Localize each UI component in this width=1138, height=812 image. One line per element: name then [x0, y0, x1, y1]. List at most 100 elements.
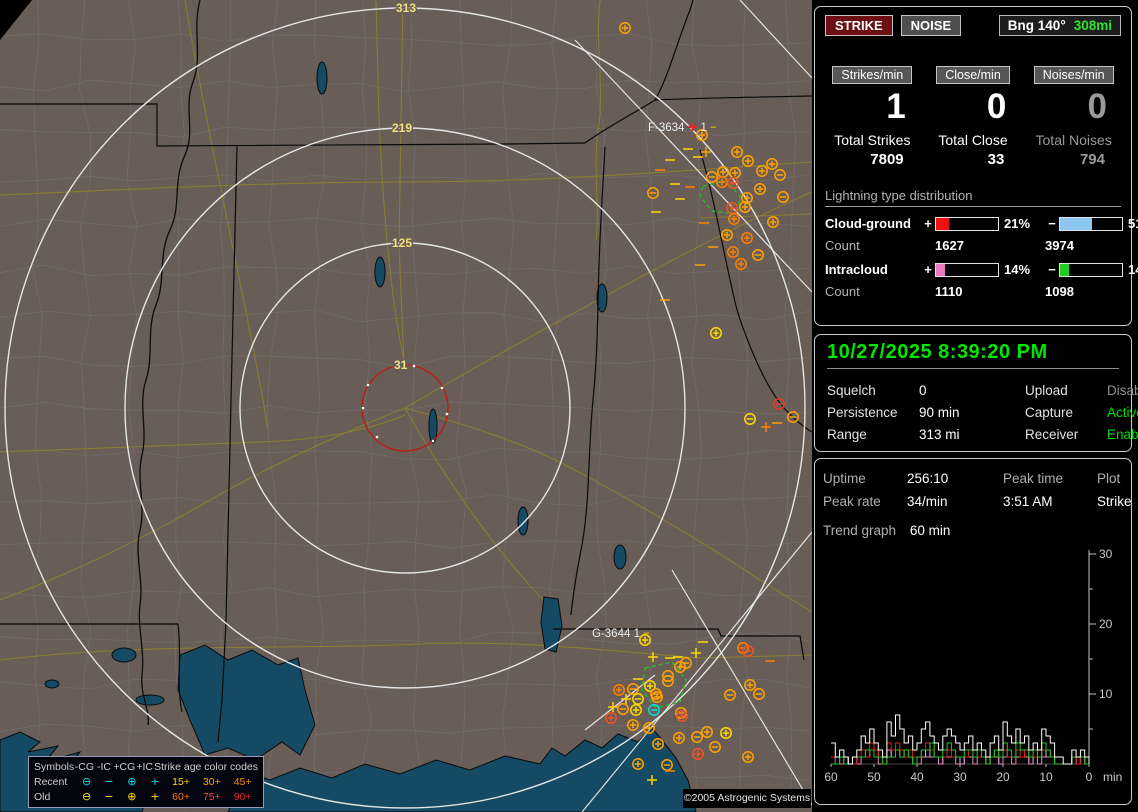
storm-cell-label: G-3644 1 − — [592, 628, 650, 640]
range-ring-label: 219 — [392, 121, 412, 135]
legend-col-ic-neg: -IC — [97, 760, 111, 773]
legend-col-cg-neg: -CG — [74, 760, 95, 773]
session-panel: Uptime 256:10 Peak time Plot Peak rate 3… — [814, 458, 1132, 805]
recent-cg-neg-icon: ⊖ — [81, 775, 92, 788]
app-window: 313 219 125 31 F-3634 ✚ 1 − G-3644 1 − Symbol… — [0, 0, 1138, 812]
strikes-per-min-badge: Strikes/min — [832, 66, 913, 84]
strike-stats-panel: STRIKE NOISE Bng 140° 308mi Strikes/min 1… — [814, 6, 1138, 326]
total-close-label: Total Close — [938, 132, 1008, 148]
plot-mode-value: Strike — [1097, 494, 1132, 509]
trend-window-value: 60 min — [909, 523, 951, 538]
range-ring-label: 125 — [392, 236, 412, 250]
intracloud-count-row: Count 1110 1098 — [825, 284, 1121, 299]
noises-per-min-value: 0 — [1087, 87, 1107, 126]
close-per-min-value: 0 — [986, 87, 1007, 126]
squelch-value: 0 — [919, 383, 927, 398]
ic-plus-count: 1110 — [935, 284, 963, 299]
trend-y-tick: 20 — [1099, 617, 1113, 631]
noise-button[interactable]: NOISE — [900, 15, 962, 36]
old-cg-neg-icon: ⊖ — [81, 790, 92, 803]
age-45: 45+ — [233, 775, 252, 788]
intracloud-row: Intracloud + 14% − 14% — [825, 262, 1138, 277]
total-strikes-value: 7809 — [870, 151, 904, 168]
copyright: ©2005 Astrogenic Systems — [683, 789, 811, 808]
ic-minus-pct: 14% — [1128, 262, 1138, 277]
squelch-label: Squelch — [827, 383, 876, 398]
ic-minus-count: 1098 — [1045, 284, 1074, 299]
cg-plus-pct: 21% — [1004, 216, 1031, 231]
old-cg-pos-icon: ⊕ — [127, 790, 137, 803]
peak-time-label: Peak time — [1003, 471, 1064, 486]
age-90: 90+ — [233, 790, 252, 803]
age-30: 30+ — [202, 775, 221, 788]
old-ic-neg-icon: − — [104, 790, 114, 803]
total-noises-label: Total Noises — [1035, 132, 1112, 148]
range-ring-label: 313 — [396, 1, 416, 15]
bearing-readout: Bng 140° 308mi — [998, 15, 1121, 36]
distribution-title: Lightning type distribution — [825, 188, 1121, 207]
ic-count-label: Count — [825, 284, 860, 299]
cg-plus-bar — [935, 216, 999, 231]
trend-x-tick: 20 — [996, 770, 1010, 784]
receiver-status: Enabled — [1107, 427, 1138, 442]
close-column: Close/min 0 Total Close 33 — [926, 66, 1021, 168]
legend-age-title: Strike age color codes — [154, 760, 258, 773]
cg-minus-bar — [1059, 216, 1123, 231]
cg-minus-pct: 51% — [1128, 216, 1138, 231]
map-legend: Symbols -CG -IC +CG +IC Strike age color… — [28, 756, 264, 808]
persistence-value: 90 min — [919, 405, 960, 420]
cloud-ground-label: Cloud-ground — [825, 216, 911, 231]
legend-col-ic-pos: +IC — [136, 760, 154, 773]
total-close-value: 33 — [987, 151, 1005, 168]
trend-x-unit: min — [1103, 770, 1122, 784]
legend-symbols-header: Symbols — [34, 760, 75, 773]
uptime-label: Uptime — [823, 471, 866, 486]
trend-x-tick: 40 — [910, 770, 924, 784]
age-60: 60+ — [172, 790, 190, 803]
cloud-ground-count-row: Count 1627 3974 — [825, 238, 1121, 253]
storm-cell-label: F-3634 ✚ 1 − — [648, 122, 717, 134]
map-canvas[interactable]: 313 219 125 31 F-3634 ✚ 1 − G-3644 1 − Symbol… — [0, 0, 812, 812]
close-per-min-badge: Close/min — [936, 66, 1010, 84]
trend-x-tick: 0 — [1086, 770, 1093, 784]
range-label: Range — [827, 427, 867, 442]
ic-plus-bar — [935, 262, 999, 277]
trend-y-tick: 30 — [1099, 547, 1113, 561]
recent-cg-pos-icon: ⊕ — [127, 775, 137, 788]
strike-button[interactable]: STRIKE — [825, 15, 893, 36]
ic-minus-bar — [1059, 262, 1123, 277]
peak-rate-value: 34/min — [907, 494, 948, 509]
plot-label: Plot — [1097, 471, 1121, 486]
intracloud-label: Intracloud — [825, 262, 888, 277]
peak-rate-label: Peak rate — [823, 494, 881, 509]
ic-plus-pct: 14% — [1004, 262, 1031, 277]
legend-old-label: Old — [34, 790, 51, 803]
cg-count-label: Count — [825, 238, 860, 253]
lightning-map[interactable]: 313 219 125 31 F-3634 ✚ 1 − G-3644 1 − — [0, 0, 812, 812]
plus-sign: + — [924, 262, 932, 277]
upload-status: Disabled — [1107, 383, 1138, 398]
strikes-column: Strikes/min 1 Total Strikes 7809 — [825, 66, 920, 168]
trend-axes — [830, 550, 1096, 767]
peak-time-value: 3:51 AM — [1003, 494, 1053, 509]
trend-y-tick: 10 — [1099, 687, 1113, 701]
legend-col-cg-pos: +CG — [113, 760, 136, 773]
legend-recent-label: Recent — [34, 775, 68, 788]
trend-x-tick: 50 — [867, 770, 881, 784]
datetime-display: 10/27/2025 8:39:20 PM — [827, 341, 1119, 369]
bearing-range: 308mi — [1073, 18, 1112, 33]
capture-status: Active — [1107, 405, 1138, 420]
total-strikes-label: Total Strikes — [834, 132, 911, 148]
side-panels: STRIKE NOISE Bng 140° 308mi Strikes/min 1… — [812, 0, 1138, 812]
trend-x-tick: 10 — [1039, 770, 1053, 784]
recent-ic-neg-icon: − — [104, 775, 114, 788]
age-75: 75+ — [202, 790, 221, 803]
persistence-label: Persistence — [827, 405, 898, 420]
strikes-per-min-value: 1 — [886, 87, 906, 126]
cg-plus-count: 1627 — [935, 238, 964, 253]
lightning-distribution: Lightning type distribution Cloud-ground… — [825, 188, 1138, 299]
trend-graph-chart: 10 20 30 60 50 40 30 20 10 0 min — [824, 547, 1122, 784]
minus-sign: − — [1048, 262, 1056, 277]
total-noises-value: 794 — [1079, 151, 1105, 168]
noises-per-min-badge: Noises/min — [1033, 66, 1114, 84]
